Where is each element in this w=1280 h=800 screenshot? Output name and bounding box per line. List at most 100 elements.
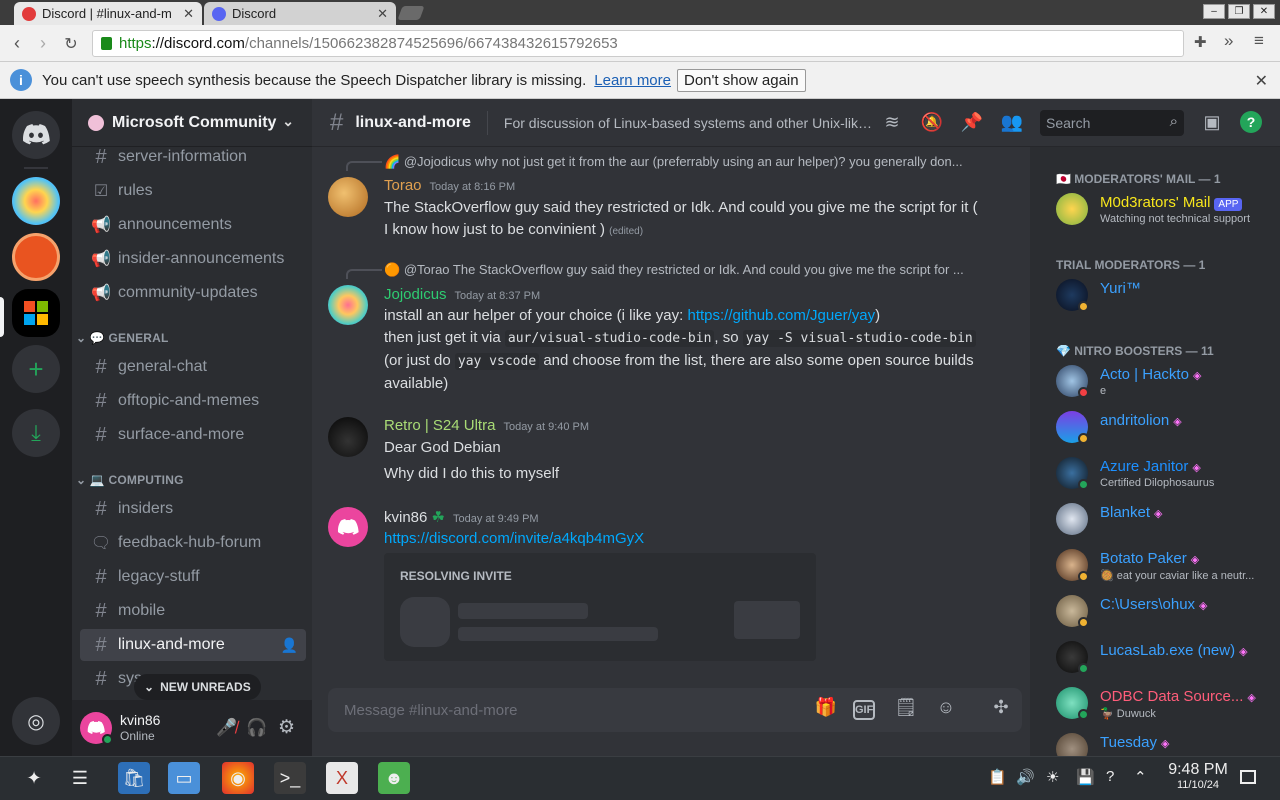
close-window-button[interactable]: ✕ <box>1253 4 1275 19</box>
system-settings-icon[interactable]: ☰ <box>64 762 96 794</box>
channel-community-updates[interactable]: 📢 community-updates <box>80 277 306 309</box>
channel-legacy-stuff[interactable]: # legacy-stuff <box>80 561 306 593</box>
category-computing[interactable]: ⌄ 💻 COMPUTING <box>76 473 184 487</box>
apps-icon[interactable]: ✣ <box>988 697 1014 723</box>
menu-icon[interactable]: ≡ <box>1254 31 1264 51</box>
member-item[interactable]: M0d3rators' Mail APP Watching not technic… <box>1056 187 1276 231</box>
threads-icon[interactable]: ≋ <box>880 112 904 134</box>
terminal-icon[interactable]: >_ <box>274 762 306 794</box>
headphones-icon[interactable]: 🎧 <box>246 718 267 738</box>
reload-icon[interactable]: ↻ <box>60 34 82 54</box>
avatar[interactable] <box>328 177 368 217</box>
learn-more-link[interactable]: Learn more <box>594 72 671 89</box>
notifications-muted-icon[interactable]: 🔕 <box>920 112 944 134</box>
close-infobar-icon[interactable]: ✕ <box>1255 71 1268 91</box>
minimize-button[interactable]: – <box>1203 4 1225 19</box>
tab-discord-linux[interactable]: Discord | #linux-and-more ✕ <box>14 2 202 25</box>
channel-linux-and-more[interactable]: # linux-and-more 👤 <box>80 629 306 661</box>
member-item[interactable]: andritolion ◈ <box>1056 405 1276 449</box>
category-general[interactable]: ⌄ 💬 GENERAL <box>76 331 169 345</box>
channel-mobile[interactable]: # mobile <box>80 595 306 627</box>
show-desktop-icon[interactable] <box>1240 770 1256 784</box>
add-member-icon[interactable]: 👤 <box>281 637 298 654</box>
new-unreads-button[interactable]: ⌄ NEW UNREADS <box>134 674 261 700</box>
channel-server-information[interactable]: # server-information <box>80 141 306 173</box>
server-header[interactable]: Microsoft Community ⌄ <box>72 99 312 147</box>
discord-home-icon[interactable] <box>12 111 60 159</box>
member-item[interactable]: Yuri™ <box>1056 273 1276 317</box>
dont-show-again-button[interactable]: Don't show again <box>677 68 806 92</box>
member-item[interactable]: C:\Users\ohux ◈ <box>1056 589 1276 633</box>
clock[interactable]: 9:48 PM 11/10/24 <box>1158 761 1238 791</box>
avatar[interactable] <box>328 507 368 547</box>
member-item[interactable]: LucasLab.exe (new) ◈ <box>1056 635 1276 679</box>
firefox-icon[interactable]: ◉ <box>222 762 254 794</box>
message-author[interactable]: kvin86 ☘ Today at 9:49 PM <box>384 508 539 526</box>
server-microsoft-icon[interactable] <box>12 289 60 337</box>
message-author[interactable]: Torao Today at 8:16 PM <box>384 177 515 194</box>
channel-insider-announcements[interactable]: 📢 insider-announcements <box>80 243 306 275</box>
brightness-icon[interactable]: ☀ <box>1046 768 1059 786</box>
add-server-icon[interactable]: + <box>12 345 60 393</box>
gif-icon[interactable]: GIF <box>853 700 875 720</box>
invite-link[interactable]: https://discord.com/invite/a4kqb4mGyX <box>384 530 644 547</box>
tab-discord[interactable]: Discord ✕ <box>204 2 396 25</box>
chevron-down-icon[interactable]: ⌄ <box>282 113 294 130</box>
reply-preview[interactable]: 🟠 @Torao The StackOverflow guy said they… <box>384 262 984 278</box>
new-tab-button[interactable] <box>397 6 425 20</box>
save-icon[interactable]: 💾 <box>1076 768 1095 786</box>
restore-button[interactable]: ❐ <box>1228 4 1250 19</box>
member-item[interactable]: Acto | Hackto ◈ e <box>1056 359 1276 403</box>
app-launcher-icon[interactable]: ✦ <box>18 762 50 794</box>
tray-expand-icon[interactable]: ⌃ <box>1134 768 1147 786</box>
discover-icon[interactable]: ◎ <box>12 697 60 745</box>
channel-topic[interactable]: For discussion of Linux-based systems an… <box>504 115 874 131</box>
gift-icon[interactable]: 🎁 <box>813 697 839 723</box>
avatar[interactable] <box>328 417 368 457</box>
forward-icon[interactable]: › <box>32 33 54 54</box>
channel-rules[interactable]: ☑ rules <box>80 175 306 207</box>
help-tray-icon[interactable]: ? <box>1106 768 1114 785</box>
server-ubuntu-icon[interactable] <box>12 233 60 281</box>
emoji-icon[interactable]: ☺ <box>933 697 959 723</box>
github-link[interactable]: https://github.com/Jguer/yay <box>687 307 875 324</box>
pin-icon[interactable]: 📌 <box>960 112 984 134</box>
address-bar[interactable]: https://discord.com/channels/15066238287… <box>92 30 1184 57</box>
channel-insiders[interactable]: # insiders <box>80 493 306 525</box>
android-app-icon[interactable]: ☻ <box>378 762 410 794</box>
search-input[interactable]: Search ⌕ <box>1040 110 1184 136</box>
more-tools-icon[interactable]: » <box>1224 31 1233 51</box>
inbox-icon[interactable]: ▣ <box>1200 112 1224 134</box>
channel-general-chat[interactable]: # general-chat <box>80 351 306 383</box>
back-icon[interactable]: ‹ <box>6 33 28 54</box>
clipboard-icon[interactable]: 📋 <box>988 768 1007 786</box>
close-tab-icon[interactable]: ✕ <box>377 6 388 22</box>
file-manager-icon[interactable]: ▭ <box>168 762 200 794</box>
volume-icon[interactable]: 🔊 <box>1016 768 1035 786</box>
member-item[interactable]: ODBC Data Source... ◈ 🦆 Duwuck <box>1056 681 1276 725</box>
channel-surface-and-more[interactable]: # surface-and-more <box>80 419 306 451</box>
member-item[interactable]: Blanket ◈ <box>1056 497 1276 541</box>
message-author[interactable]: Retro | S24 Ultra Today at 9:40 PM <box>384 417 589 434</box>
reply-preview[interactable]: 🌈 @Jojodicus why not just get it from th… <box>384 154 984 170</box>
discover-store-icon[interactable]: 🛍 <box>118 762 150 794</box>
channel-feedback-hub-forum[interactable]: 🗨 feedback-hub-forum <box>80 527 306 559</box>
member-item[interactable]: Tuesday ◈ <box>1056 727 1276 756</box>
mute-icon[interactable]: 🎤̸ <box>216 718 237 738</box>
sticker-icon[interactable]: 🗒 <box>893 697 919 723</box>
avatar[interactable] <box>328 285 368 325</box>
close-tab-icon[interactable]: ✕ <box>183 6 194 22</box>
channel-announcements[interactable]: 📢 announcements <box>80 209 306 241</box>
member-item[interactable]: Azure Janitor ◈ Certified Dilophosaurus <box>1056 451 1276 495</box>
member-list-icon[interactable]: 👥 <box>1000 112 1024 134</box>
help-icon[interactable]: ? <box>1240 111 1262 133</box>
channel-offtopic-and-memes[interactable]: # offtopic-and-memes <box>80 385 306 417</box>
avatar[interactable] <box>80 712 113 745</box>
extensions-icon[interactable]: ✚ <box>1194 33 1207 51</box>
x-app-icon[interactable]: X <box>326 762 358 794</box>
server-colorful-icon[interactable] <box>12 177 60 225</box>
message-author[interactable]: Jojodicus Today at 8:37 PM <box>384 286 540 303</box>
download-apps-icon[interactable]: ⤓ <box>12 409 60 457</box>
gear-icon[interactable]: ⚙ <box>278 716 295 739</box>
member-item[interactable]: Botato Paker ◈ 🥘 eat your caviar like a ne… <box>1056 543 1276 587</box>
